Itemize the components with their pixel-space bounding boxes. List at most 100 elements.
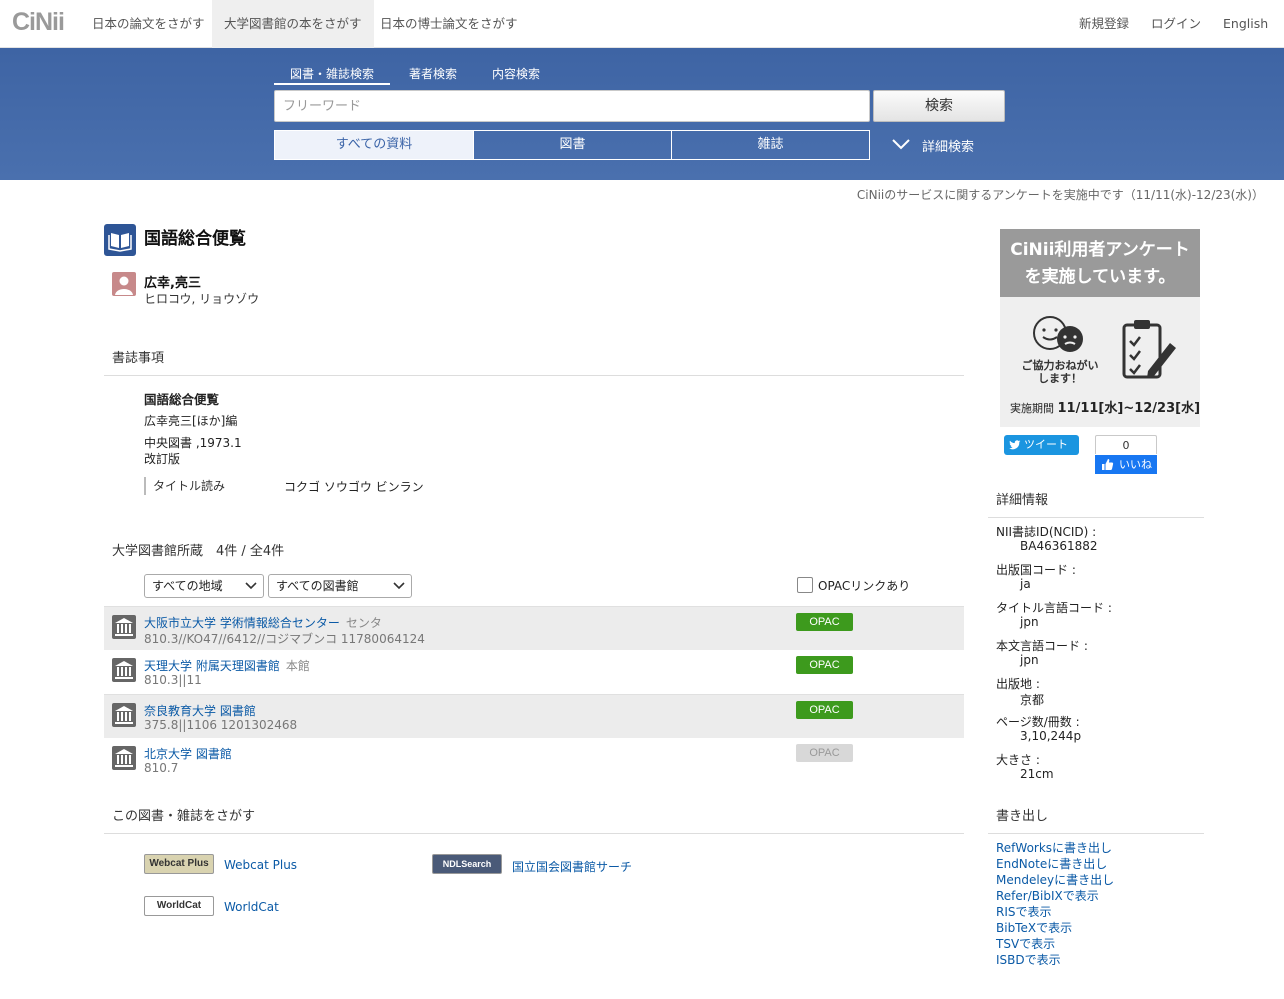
banner-period-value: 11/11[水]~12/23[水] [1057,401,1201,416]
chevron-down-icon[interactable] [892,135,910,153]
search-input[interactable] [274,90,870,122]
holdings-heading: 大学図書館所蔵 4件 / 全4件 [112,544,285,559]
advanced-search-toggle[interactable]: 詳細検索 [922,136,974,155]
like-count: 0 [1095,435,1157,454]
tab-author-search[interactable]: 著者検索 [409,65,457,82]
banner-line-2: を実施しています。 [1024,267,1176,287]
tab-books-journals[interactable]: 図書・雑誌検索 [290,65,374,82]
webcat-plus-logo-text: Webcat Plus [149,858,209,869]
library-row: 奈良教育大学 図書館 375.8||1106 1201302468 OPAC [104,694,964,738]
tab-content-search[interactable]: 内容検索 [492,65,540,82]
nav-dissertations[interactable]: 日本の博士論文をさがす [368,0,530,48]
detail-label: 本文言語コード : [996,639,1088,653]
ndl-search-logo-text: NDLSearch [442,859,492,869]
banner-period-label: 実施期間 [1010,402,1054,415]
library-name-link[interactable]: 奈良教育大学 図書館 [144,702,256,719]
export-link[interactable]: ISBDで表示 [996,951,1061,968]
clipboard-checklist-icon [1122,320,1176,379]
library-select[interactable]: すべての図書館 [268,574,412,598]
banner-period: 実施期間 11/11[水]~12/23[水] [1010,397,1200,416]
library-branch: センタ [345,616,382,630]
library-name-link[interactable]: 天理大学 附属天理図書館 本館 [144,657,310,674]
search-button[interactable]: 検索 [873,90,1005,122]
export-link[interactable]: TSVで表示 [996,935,1055,952]
opac-button[interactable]: OPAC [796,701,853,719]
biblio-heading: 書誌事項 [104,347,964,376]
library-name[interactable]: 大阪市立大学 学術情報総合センター [144,616,340,630]
detail-value: ja [1020,577,1031,591]
author-kana: ヒロコウ, リョウゾウ [144,292,260,306]
webcat-plus-link[interactable]: Webcat Plus [224,858,297,872]
webcat-plus-logo[interactable]: Webcat Plus [144,854,214,874]
banner-request-text: ご協力おねがい します！ [1018,359,1102,385]
ndl-search-logo[interactable]: NDLSearch [432,854,502,874]
biblio-publisher: 中央図書 ,1973.1 [144,436,242,450]
library-name[interactable]: 北京大学 図書館 [144,747,232,761]
detail-label: ページ数/冊数 : [996,715,1080,729]
export-link[interactable]: EndNoteに書き出し [996,855,1107,872]
login-link[interactable]: ログイン [1151,0,1201,48]
detail-value: jpn [1020,615,1039,629]
reading-value: コクゴ ソウゴウ ビンラン [284,480,424,494]
library-row: 北京大学 図書館 810.7 OPAC [104,738,964,782]
banner-headline: CiNii利用者アンケート を実施しています。 [1000,229,1200,297]
export-heading: 書き出し [988,805,1204,834]
thumbs-up-icon [1102,459,1114,470]
banner-please-line-1: ご協力おねがい [1021,359,1099,372]
author-name[interactable]: 広幸,亮三 [144,272,201,291]
register-link[interactable]: 新規登録 [1079,0,1129,48]
opac-checkbox[interactable] [797,577,813,593]
biblio-title: 国語総合便覧 [144,392,220,407]
biblio-edition: 改訂版 [144,452,181,466]
library-building-icon [112,658,136,682]
library-name[interactable]: 天理大学 附属天理図書館 [144,659,280,673]
cinii-logo[interactable]: CiNii [12,8,65,37]
facebook-like-button[interactable]: いいね [1095,455,1157,474]
export-link[interactable]: Mendeleyに書き出し [996,871,1114,888]
page-title: 国語総合便覧 [144,229,246,249]
library-name[interactable]: 奈良教育大学 図書館 [144,704,256,718]
tweet-button[interactable]: ツイート [1004,435,1079,455]
detail-value: jpn [1020,653,1039,667]
active-tab-indicator [274,83,390,85]
search-band: 図書・雑誌検索 著者検索 内容検索 検索 すべての資料 図書 雑誌 詳細検索 [0,48,1284,180]
library-call-number: 810.7 [144,761,179,775]
worldcat-logo[interactable]: WorldCat [144,896,214,916]
export-link[interactable]: RefWorksに書き出し [996,839,1112,856]
region-select-value: すべての地域 [152,579,223,593]
detail-label: 出版国コード : [996,563,1076,577]
worldcat-link[interactable]: WorldCat [224,900,279,914]
detail-value: 3,10,244p [1020,729,1082,743]
nav-articles[interactable]: 日本の論文をさがす [80,0,217,48]
filter-journals[interactable]: 雑誌 [671,130,870,160]
filter-books[interactable]: 図書 [473,130,672,160]
region-select[interactable]: すべての地域 [144,574,264,598]
export-link[interactable]: RISで表示 [996,903,1052,920]
banner-line-1: CiNii利用者アンケート [1010,240,1190,260]
english-link[interactable]: English [1223,0,1268,48]
library-building-icon [112,615,136,639]
twitter-bird-icon [1009,440,1021,450]
opac-button: OPAC [796,744,853,762]
reading-label: タイトル読み [144,477,225,495]
library-name-link[interactable]: 大阪市立大学 学術情報総合センター センタ [144,614,382,631]
detail-value: 21cm [1020,767,1054,781]
ndl-search-link[interactable]: 国立国会図書館サーチ [512,858,632,875]
library-building-icon [112,746,136,770]
top-navigation-bar: CiNii 日本の論文をさがす 大学図書館の本をさがす 日本の博士論文をさがす … [0,0,1284,48]
opac-button[interactable]: OPAC [796,656,853,674]
opac-checkbox-label[interactable]: OPACリンクあり [818,577,910,594]
worldcat-logo-text: WorldCat [156,900,202,911]
detail-value: 京都 [1020,693,1045,707]
survey-banner[interactable]: CiNii利用者アンケート を実施しています。 ご協力おねがい します！ 実施期… [1000,229,1200,427]
library-name-link[interactable]: 北京大学 図書館 [144,745,232,762]
filter-all-materials[interactable]: すべての資料 [274,130,474,160]
opac-button[interactable]: OPAC [796,613,853,631]
library-call-number: 810.3||11 [144,673,202,687]
library-select-value: すべての図書館 [276,579,359,593]
export-link[interactable]: Refer/BibIXで表示 [996,887,1099,904]
export-link[interactable]: BibTeXで表示 [996,919,1072,936]
nav-books[interactable]: 大学図書館の本をさがす [212,0,374,48]
survey-notice[interactable]: CiNiiのサービスに関するアンケートを実施中です（11/11(水)-12/23… [857,186,1264,203]
like-label: いいね [1119,458,1152,471]
